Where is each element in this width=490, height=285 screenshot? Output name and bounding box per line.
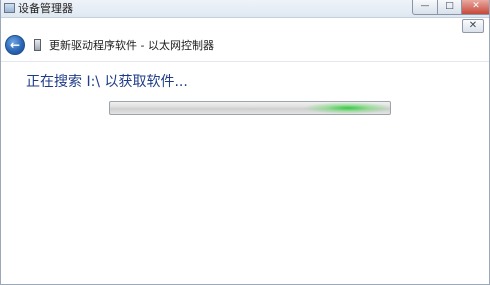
maximize-button[interactable]: □ bbox=[437, 0, 462, 15]
device-icon bbox=[34, 39, 41, 51]
dialog-close-button[interactable]: ✕ bbox=[462, 19, 484, 33]
search-status-text: 正在搜索 I:\ 以获取软件... bbox=[26, 74, 188, 90]
dialog-title: 更新驱动程序软件 - 以太网控制器 bbox=[49, 39, 214, 52]
search-progress-bar bbox=[109, 101, 391, 115]
device-manager-titlebar[interactable]: 设备管理器 — □ ✕ bbox=[1, 0, 489, 18]
window-frame: 设备管理器 — □ ✕ ✕ ← 更新驱动程序软件 - 以太网控制器 正在搜索 I… bbox=[0, 0, 490, 285]
close-button[interactable]: ✕ bbox=[461, 0, 489, 15]
minimize-button[interactable]: — bbox=[412, 0, 438, 15]
dialog-header: ← 更新驱动程序软件 - 以太网控制器 bbox=[1, 34, 489, 60]
header-divider bbox=[1, 61, 489, 62]
device-manager-title: 设备管理器 bbox=[18, 2, 73, 15]
progress-glow bbox=[303, 102, 390, 114]
back-arrow-icon[interactable]: ← bbox=[5, 35, 25, 55]
device-manager-icon bbox=[4, 3, 15, 13]
